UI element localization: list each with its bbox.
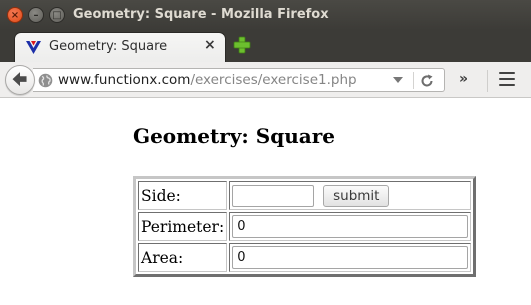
area-field[interactable]: 0 <box>232 246 469 269</box>
area-row: Area: 0 <box>138 243 472 272</box>
url-bar-divider <box>413 72 414 89</box>
side-label: Side: <box>138 181 228 210</box>
window-title: Geometry: Square - Mozilla Firefox <box>73 7 329 22</box>
url-bar[interactable]: www.functionx.com/exercises/exercise1.ph… <box>33 68 445 92</box>
side-row: Side: submit <box>138 181 472 210</box>
toolbar-divider <box>487 70 488 92</box>
overflow-menu-button[interactable]: » <box>459 71 468 87</box>
area-cell: 0 <box>229 243 472 272</box>
area-label: Area: <box>138 243 228 272</box>
perimeter-label: Perimeter: <box>138 212 228 241</box>
tab-geometry-square[interactable]: Geometry: Square × <box>14 32 226 62</box>
window-titlebar: × – □ Geometry: Square - Mozilla Firefox <box>0 0 531 30</box>
perimeter-field[interactable]: 0 <box>232 215 469 238</box>
hamburger-menu-icon[interactable] <box>499 72 515 86</box>
url-text[interactable]: www.functionx.com/exercises/exercise1.ph… <box>58 72 357 88</box>
tab-title: Geometry: Square <box>49 39 168 54</box>
page-title: Geometry: Square <box>133 124 335 148</box>
perimeter-row: Perimeter: 0 <box>138 212 472 241</box>
side-cell: submit <box>229 181 472 210</box>
window-minimize-button[interactable]: – <box>28 7 44 23</box>
navigation-bar: www.functionx.com/exercises/exercise1.ph… <box>0 62 531 98</box>
perimeter-cell: 0 <box>229 212 472 241</box>
back-button[interactable] <box>5 65 35 95</box>
dropdown-icon[interactable] <box>393 76 403 84</box>
tab-close-button[interactable]: × <box>204 37 216 53</box>
url-path: /exercises/exercise1.php <box>190 72 357 88</box>
window-maximize-button[interactable]: □ <box>49 7 65 23</box>
functionx-favicon-icon <box>26 41 41 54</box>
new-tab-plus-icon[interactable] <box>232 35 252 55</box>
back-arrow-icon <box>12 72 27 87</box>
side-input[interactable] <box>232 184 315 207</box>
tab-strip: Geometry: Square × <box>0 30 531 62</box>
url-host: www.functionx.com <box>58 72 191 88</box>
globe-icon <box>38 73 53 88</box>
reload-icon[interactable] <box>419 73 435 89</box>
window-close-button[interactable]: × <box>7 7 23 23</box>
submit-button[interactable]: submit <box>323 184 390 207</box>
square-calculator-table: Side: submit Perimeter: 0 Area: 0 <box>133 176 477 277</box>
